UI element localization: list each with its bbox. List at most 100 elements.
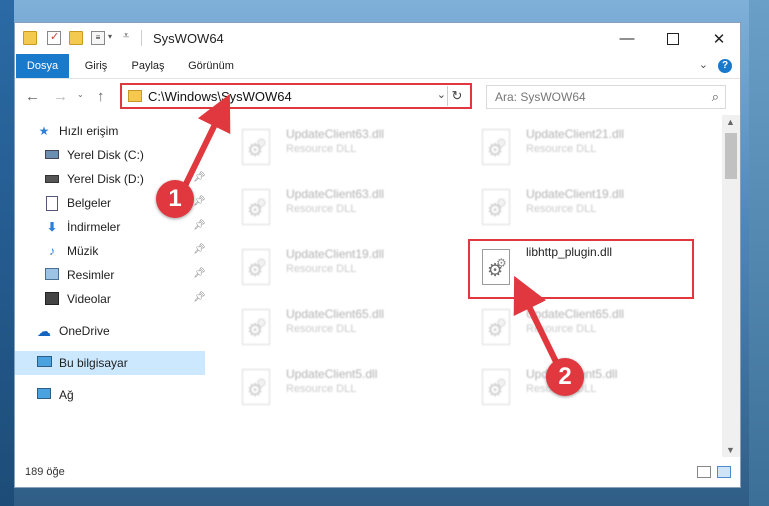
- sidebar-item-label: Yerel Disk (C:): [67, 148, 144, 162]
- title-divider: [141, 30, 142, 46]
- minimize-button[interactable]: —: [604, 23, 650, 54]
- folder-icon: [23, 31, 37, 45]
- maximize-icon: [667, 32, 679, 45]
- sidebar-item-label: OneDrive: [59, 324, 110, 338]
- list-item[interactable]: ⚙ ⚙ UpdateClient19.dll Resource DLL: [470, 181, 690, 239]
- pin-icon[interactable]: 📌︎: [193, 220, 206, 231]
- pin-icon[interactable]: 📌︎: [193, 196, 206, 207]
- list-item[interactable]: ⚙ ⚙ UpdateClient19.dll Resource DLL: [230, 241, 450, 299]
- search-input[interactable]: Ara: SysWOW64 ⌕: [486, 85, 726, 109]
- dll-file-icon: ⚙ ⚙: [242, 249, 272, 287]
- recent-locations-icon[interactable]: ⌄: [77, 90, 84, 99]
- maximize-button[interactable]: [650, 23, 696, 54]
- disk-icon: [45, 148, 59, 162]
- folder-icon: [128, 90, 142, 102]
- tab-share[interactable]: Paylaş: [127, 54, 169, 78]
- pin-icon[interactable]: 📌︎: [193, 244, 206, 255]
- sidebar-item-pictures[interactable]: Resimler 📌︎: [15, 263, 206, 287]
- music-icon: ♪: [49, 244, 55, 258]
- up-arrow-icon[interactable]: ↑: [97, 88, 105, 105]
- disk-icon: [45, 172, 59, 186]
- cloud-icon: ☁: [37, 323, 51, 339]
- sidebar-item-onedrive[interactable]: ☁ OneDrive: [15, 319, 205, 343]
- sidebar-item-quick-access[interactable]: ★ Hızlı erişim: [15, 119, 205, 143]
- scroll-down-icon[interactable]: ▼: [726, 445, 735, 455]
- dll-file-icon: ⚙ ⚙: [242, 189, 272, 227]
- star-icon: ★: [38, 124, 50, 138]
- status-bar: 189 öğe: [15, 457, 740, 487]
- dll-file-icon: ⚙ ⚙: [482, 309, 512, 347]
- expand-ribbon-icon[interactable]: ⌄: [699, 58, 708, 71]
- search-icon[interactable]: ⌕: [712, 89, 719, 105]
- dll-file-icon: ⚙ ⚙: [242, 309, 272, 347]
- pin-icon[interactable]: 📌︎: [193, 292, 206, 303]
- scroll-up-icon[interactable]: ▲: [726, 117, 735, 127]
- window-title: SysWOW64: [153, 31, 224, 46]
- documents-icon: [45, 196, 59, 211]
- properties-icon[interactable]: ✓: [47, 31, 61, 45]
- download-icon: ⬇: [46, 220, 58, 234]
- file-type: Resource DLL: [526, 143, 597, 155]
- close-icon: ✕: [712, 30, 726, 48]
- refresh-icon[interactable]: ↻: [447, 86, 466, 106]
- dll-file-icon: ⚙ ⚙: [482, 369, 512, 407]
- list-item[interactable]: ⚙ ⚙ UpdateClient65.dll Resource DLL: [230, 301, 450, 359]
- sidebar-item-label: Müzik: [67, 244, 99, 258]
- sidebar-item-label: Resimler: [67, 268, 115, 282]
- details-view-icon[interactable]: [697, 466, 711, 478]
- dll-file-icon: ⚙ ⚙: [242, 369, 272, 407]
- help-icon[interactable]: ?: [718, 59, 732, 73]
- network-icon: [37, 388, 51, 402]
- dll-file-icon: ⚙ ⚙: [242, 129, 272, 167]
- sidebar-item-local-disk-c[interactable]: Yerel Disk (C:): [15, 143, 205, 167]
- new-folder-icon[interactable]: [69, 31, 83, 45]
- item-count: 189 öğe: [25, 466, 65, 478]
- navigation-pane: ★ Hızlı erişim Yerel Disk (C:) Yerel Dis…: [15, 115, 206, 457]
- tab-home[interactable]: Giriş: [77, 54, 115, 78]
- video-icon: [45, 292, 59, 306]
- file-name: UpdateClient63.dll: [286, 187, 385, 201]
- tab-view[interactable]: Görünüm: [183, 54, 239, 78]
- step-badge-2: 2: [546, 358, 584, 396]
- sidebar-item-videos[interactable]: Videolar 📌︎: [15, 287, 206, 311]
- minimize-icon: —: [619, 30, 635, 47]
- customize-toolbar-icon[interactable]: ≡: [91, 31, 105, 45]
- dll-file-icon: ⚙ ⚙: [482, 129, 512, 167]
- list-item[interactable]: ⚙⚙ UpdateClient5.dll Resource DLL: [230, 361, 450, 419]
- chevron-down-icon[interactable]: ▾: [108, 32, 112, 41]
- sidebar-item-this-pc[interactable]: Bu bilgisayar: [15, 351, 205, 375]
- file-name: UpdateClient65.dll: [526, 307, 625, 321]
- pin-icon[interactable]: 📌︎: [193, 268, 206, 279]
- file-name: UpdateClient65.dll: [286, 307, 385, 321]
- file-type: Resource DLL: [526, 203, 597, 215]
- file-type: Resource DLL: [286, 383, 357, 395]
- desktop-background-right: [749, 0, 769, 506]
- title-bar: ✓ ≡ ▾ ⩡ SysWOW64 — ✕: [15, 23, 740, 54]
- large-icons-view-icon[interactable]: [717, 466, 731, 478]
- sidebar-item-music[interactable]: ♪ Müzik 📌︎: [15, 239, 206, 263]
- file-type: Resource DLL: [526, 323, 597, 335]
- scrollbar-thumb[interactable]: [725, 133, 737, 179]
- chevron-down-icon[interactable]: ⌄: [437, 88, 446, 101]
- address-path[interactable]: C:\Windows\SysWOW64: [148, 89, 292, 104]
- sidebar-item-downloads[interactable]: ⬇ İndirmeler 📌︎: [15, 215, 206, 239]
- vertical-scrollbar[interactable]: ▲ ▼: [722, 115, 740, 457]
- list-item[interactable]: ⚙ ⚙ UpdateClient63.dll Resource DLL: [230, 121, 450, 179]
- address-bar[interactable]: C:\Windows\SysWOW64 ⌄ ↻: [120, 83, 472, 109]
- close-button[interactable]: ✕: [696, 23, 740, 54]
- back-arrow-icon[interactable]: ←: [25, 88, 40, 105]
- list-item[interactable]: ⚙ ⚙ UpdateClient65.dll Resource DLL: [470, 301, 690, 359]
- tab-file[interactable]: Dosya: [16, 54, 69, 78]
- file-type: Resource DLL: [286, 143, 357, 155]
- step-badge-1: 1: [156, 180, 194, 218]
- sidebar-item-label: Bu bilgisayar: [59, 356, 128, 370]
- list-item[interactable]: ⚙ ⚙ UpdateClient21.dll Resource DLL: [470, 121, 690, 179]
- quick-access-dropdown-icon[interactable]: ⩡: [123, 30, 129, 43]
- navigation-bar: ← → ⌄ ↑ C:\Windows\SysWOW64 ⌄ ↻ Ara: Sys…: [15, 79, 740, 115]
- pin-icon[interactable]: 📌︎: [193, 172, 206, 183]
- forward-arrow-icon[interactable]: →: [53, 88, 68, 105]
- list-item[interactable]: ⚙ ⚙ UpdateClient63.dll Resource DLL: [230, 181, 450, 239]
- sidebar-item-network[interactable]: Ağ: [15, 383, 205, 407]
- ribbon-tabs: Dosya Giriş Paylaş Görünüm ⌄ ?: [15, 54, 740, 79]
- sidebar-item-label: Hızlı erişim: [59, 124, 119, 138]
